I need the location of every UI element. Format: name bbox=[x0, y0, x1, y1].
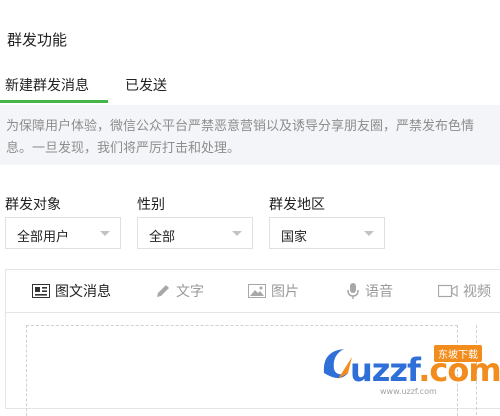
watermark-url: www.uzzf.com bbox=[380, 387, 437, 396]
message-type-toolbar: 图文消息 文字 图片 语音 视频 bbox=[6, 270, 500, 313]
gender-select-value: 全部 bbox=[149, 230, 176, 245]
tab-sent[interactable]: 已发送 bbox=[125, 75, 167, 95]
chevron-down-icon bbox=[100, 231, 110, 236]
target-label: 群发对象 bbox=[5, 197, 61, 213]
toolbar-image-label: 图片 bbox=[271, 284, 299, 300]
video-icon bbox=[438, 284, 458, 298]
toolbar-voice-label: 语音 bbox=[365, 284, 393, 300]
notice-banner: 为保障用户体验，微信公众平台严禁恶意营销以及诱导分享朋友圈，严禁发布色情 息。一… bbox=[0, 105, 500, 165]
toolbar-voice[interactable]: 语音 bbox=[346, 281, 393, 301]
toolbar-text[interactable]: 文字 bbox=[155, 281, 204, 301]
tab-new-broadcast[interactable]: 新建群发消息 bbox=[5, 75, 89, 95]
watermark-badge: 东坡下载 bbox=[434, 345, 482, 362]
toolbar-text-label: 文字 bbox=[176, 284, 204, 300]
toolbar-image[interactable]: 图片 bbox=[248, 281, 299, 301]
news-icon bbox=[32, 284, 50, 298]
target-select-value: 全部用户 bbox=[17, 230, 70, 245]
gender-label: 性别 bbox=[137, 197, 165, 213]
chevron-down-icon bbox=[232, 231, 242, 236]
active-tab-indicator bbox=[0, 100, 108, 103]
notice-line-2: 息。一旦发现，我们将严厉打击和处理。 bbox=[6, 141, 241, 156]
watermark-logo: uzzf.com 东坡下载 www.uzzf.com bbox=[310, 337, 500, 401]
image-icon bbox=[248, 284, 266, 298]
page-title: 群发功能 bbox=[7, 31, 68, 49]
region-select[interactable]: 国家 bbox=[269, 217, 385, 249]
gender-select[interactable]: 全部 bbox=[137, 217, 253, 249]
region-select-value: 国家 bbox=[281, 230, 308, 245]
region-label: 群发地区 bbox=[269, 197, 325, 213]
toolbar-news[interactable]: 图文消息 bbox=[32, 281, 111, 301]
toolbar-video[interactable]: 视频 bbox=[438, 281, 491, 301]
watermark-brand: uzzf bbox=[350, 351, 419, 389]
pencil-icon bbox=[155, 283, 171, 299]
notice-line-1: 为保障用户体验，微信公众平台严禁恶意营销以及诱导分享朋友圈，严禁发布色情 bbox=[6, 119, 475, 134]
toolbar-news-label: 图文消息 bbox=[55, 284, 111, 300]
target-select[interactable]: 全部用户 bbox=[5, 217, 121, 249]
toolbar-video-label: 视频 bbox=[463, 284, 491, 300]
chevron-down-icon bbox=[364, 231, 374, 236]
microphone-icon bbox=[346, 282, 360, 300]
